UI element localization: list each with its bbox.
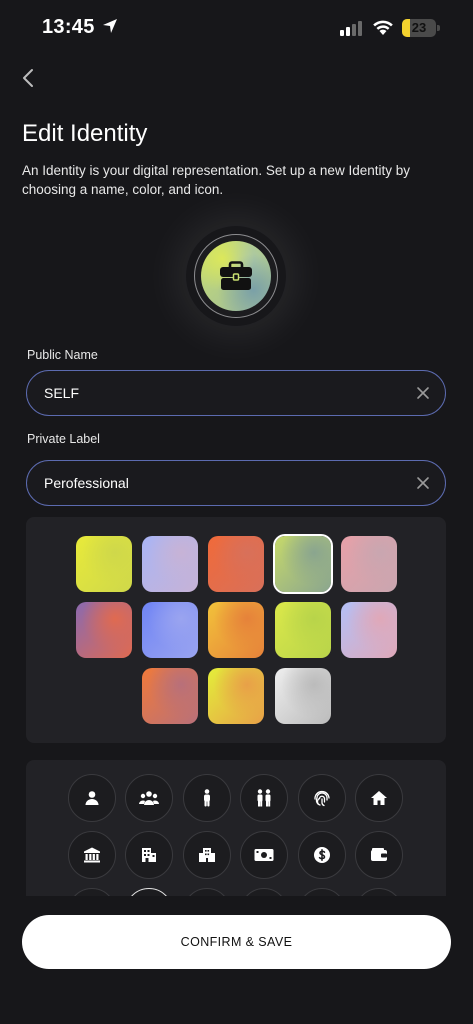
- color-swatch-pink-blush-gradient[interactable]: [341, 536, 397, 592]
- page-description: An Identity is your digital representati…: [22, 163, 410, 197]
- color-swatch-blue-periwinkle-gradient[interactable]: [142, 602, 198, 658]
- color-swatch-silver-gradient[interactable]: [275, 668, 331, 724]
- icon-option[interactable]: [298, 888, 346, 896]
- couple-icon: [257, 789, 271, 807]
- icon-option-selected[interactable]: [125, 888, 173, 896]
- wallet-icon: [371, 848, 387, 861]
- icon-option-standing-person[interactable]: [183, 774, 231, 822]
- icon-option-fingerprint[interactable]: [298, 774, 346, 822]
- color-swatch-yellow-gradient[interactable]: [76, 536, 132, 592]
- public-name-input[interactable]: [44, 371, 404, 415]
- icon-option-person[interactable]: [68, 774, 116, 822]
- public-name-label: Public Name: [27, 348, 98, 362]
- color-swatch-orange-red-gradient[interactable]: [142, 668, 198, 724]
- close-icon: [417, 387, 429, 399]
- briefcase-icon: [220, 261, 252, 290]
- color-swatch-lime-green-gradient[interactable]: [275, 602, 331, 658]
- bank-icon: [84, 847, 100, 863]
- icon-option-wallet[interactable]: [355, 831, 403, 879]
- identity-avatar[interactable]: [201, 241, 271, 311]
- icon-option-city-building[interactable]: [183, 831, 231, 879]
- private-label-field[interactable]: [26, 460, 446, 506]
- icon-option[interactable]: [355, 888, 403, 896]
- dollar-coin-icon: [314, 847, 330, 863]
- public-name-field[interactable]: [26, 370, 446, 416]
- icon-option-banknote[interactable]: [240, 831, 288, 879]
- group-icon: [139, 791, 159, 805]
- color-picker-panel: [26, 517, 446, 743]
- page-title: Edit Identity: [22, 120, 148, 147]
- icon-option[interactable]: [68, 888, 116, 896]
- color-swatch-lavender-blue-gradient[interactable]: [142, 536, 198, 592]
- color-swatch-orange-coral-gradient[interactable]: [208, 536, 264, 592]
- icon-picker-panel: [26, 760, 446, 896]
- home-icon: [371, 791, 387, 805]
- city-building-icon: [199, 848, 215, 862]
- icon-option-office-building[interactable]: [125, 831, 173, 879]
- icon-option-couple[interactable]: [240, 774, 288, 822]
- color-swatch-yellow-orange-gradient[interactable]: [208, 668, 264, 724]
- banknote-icon: [254, 849, 274, 861]
- clear-public-name-button[interactable]: [415, 385, 431, 401]
- icon-option-home[interactable]: [355, 774, 403, 822]
- location-arrow-icon: [102, 18, 118, 39]
- office-building-icon: [142, 848, 156, 862]
- icon-option-group[interactable]: [125, 774, 173, 822]
- icon-option[interactable]: [240, 888, 288, 896]
- icon-option[interactable]: [183, 888, 231, 896]
- battery-cap: [437, 25, 440, 31]
- fingerprint-icon: [314, 790, 330, 807]
- close-icon: [417, 477, 429, 489]
- color-swatch-blue-pink-gradient[interactable]: [341, 602, 397, 658]
- back-button[interactable]: [14, 64, 42, 92]
- status-bar: 13:45 23: [0, 0, 473, 56]
- person-icon: [85, 791, 99, 805]
- status-time: 13:45: [42, 16, 95, 38]
- cellular-signal-icon: [340, 20, 364, 41]
- wifi-icon: [372, 18, 394, 41]
- color-swatch-amber-orange-gradient[interactable]: [208, 602, 264, 658]
- color-swatch-green-grey-gradient[interactable]: [273, 534, 333, 594]
- chevron-left-icon: [23, 69, 33, 87]
- battery-percentage: 23: [411, 20, 427, 35]
- icon-option-bank[interactable]: [68, 831, 116, 879]
- battery-indicator: 23: [402, 19, 436, 37]
- private-label-input[interactable]: [44, 461, 404, 505]
- private-label-label: Private Label: [27, 432, 100, 446]
- icon-option-dollar-coin[interactable]: [298, 831, 346, 879]
- standing-person-icon: [204, 789, 210, 807]
- confirm-save-button[interactable]: CONFIRM & SAVE: [22, 915, 451, 969]
- color-swatch-purple-orange-gradient[interactable]: [76, 602, 132, 658]
- clear-private-label-button[interactable]: [415, 475, 431, 491]
